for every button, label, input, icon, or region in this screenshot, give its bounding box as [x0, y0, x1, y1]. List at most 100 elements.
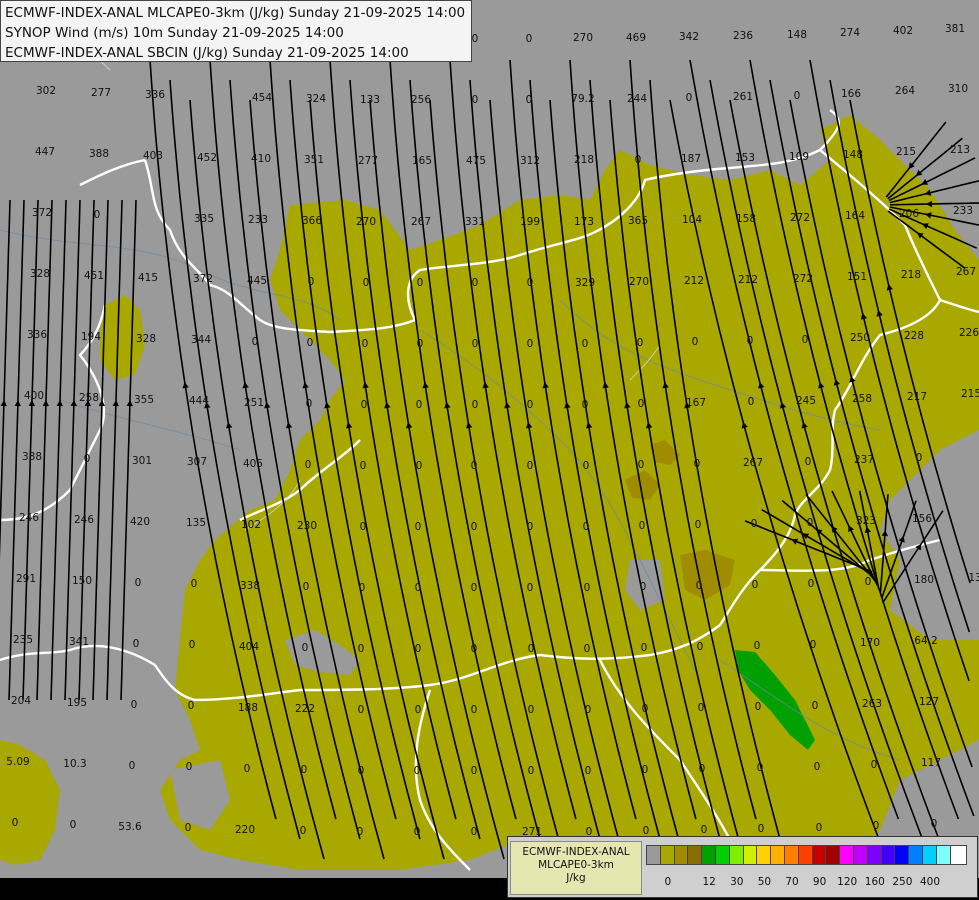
cin-value: 420: [130, 516, 150, 528]
cin-value: 236: [733, 30, 753, 42]
cin-value: 104: [682, 214, 702, 226]
cin-value: 0: [697, 641, 704, 653]
cin-value: 0: [301, 764, 308, 776]
cin-value: 0: [131, 699, 138, 711]
cin-value: 469: [626, 32, 646, 44]
cin-value: 0: [695, 519, 702, 531]
cin-value: 270: [356, 216, 376, 228]
cin-value: 302: [36, 85, 56, 97]
cin-value: 215: [961, 388, 979, 400]
cin-value: 133: [360, 94, 380, 106]
cin-value: 0: [758, 823, 765, 835]
cin-value: 148: [843, 149, 863, 161]
cin-value: 0: [526, 94, 533, 106]
cin-value: 0: [752, 579, 759, 591]
cin-value: 355: [134, 394, 154, 406]
cin-value: 0: [873, 820, 880, 832]
cin-value: 170: [860, 637, 880, 649]
legend-tick: 250: [892, 876, 913, 888]
cin-value: 222: [295, 703, 315, 715]
cin-value: 342: [679, 31, 699, 43]
legend-label: ECMWF-INDEX-ANAL MLCAPE0-3km J/kg: [510, 841, 642, 895]
cin-value: 335: [194, 213, 214, 225]
cin-value: 0: [699, 763, 706, 775]
cin-value: 0: [300, 825, 307, 837]
cin-value: 0: [471, 521, 478, 533]
cin-value: 0: [358, 765, 365, 777]
legend-tick: 90: [812, 876, 827, 888]
cin-value: 0: [414, 765, 421, 777]
cin-value: 258: [852, 393, 872, 405]
cin-value: 53.6: [118, 821, 142, 833]
cin-value: 206: [899, 208, 919, 220]
cin-value: 0: [471, 643, 478, 655]
cin-value: 148: [787, 29, 807, 41]
cin-value: 0: [417, 338, 424, 350]
cin-value: 0: [527, 582, 534, 594]
cin-value: 0: [305, 459, 312, 471]
cin-value: 0: [357, 826, 364, 838]
cin-value: 0: [635, 154, 642, 166]
cin-value: 230: [297, 520, 317, 532]
cin-value: 127: [919, 696, 939, 708]
cin-value: 404: [239, 641, 259, 653]
cin-value: 0: [748, 396, 755, 408]
cin-value: 244: [627, 93, 647, 105]
cin-value: 151: [847, 271, 867, 283]
cin-value: 388: [89, 148, 109, 160]
cin-value: 158: [736, 213, 756, 225]
cin-value: 0: [814, 761, 821, 773]
cin-value: 312: [520, 155, 540, 167]
cin-value: 451: [84, 270, 104, 282]
cin-value: 0: [694, 458, 701, 470]
cin-value: 10.3: [63, 758, 86, 770]
cin-value: 0: [638, 459, 645, 471]
cin-value: 165: [412, 155, 432, 167]
cin-value: 0: [471, 460, 478, 472]
cin-value: 0: [698, 702, 705, 714]
cin-value: 445: [247, 275, 267, 287]
cin-value: 310: [948, 83, 968, 95]
legend-swatch: [949, 845, 967, 865]
cin-value: 173: [574, 216, 594, 228]
cin-value: 0: [244, 763, 251, 775]
cin-value: 0: [363, 277, 370, 289]
cin-value: 301: [132, 455, 152, 467]
cin-value: 0: [471, 765, 478, 777]
cin-value: 258: [79, 392, 99, 404]
cin-value: 400: [24, 390, 44, 402]
cin-value: 0: [916, 452, 923, 464]
cin-value: 164: [845, 210, 865, 222]
cin-value: 307: [187, 456, 207, 468]
cin-value: 264: [895, 85, 915, 97]
cin-value: 0: [701, 824, 708, 836]
cin-value: 0: [583, 521, 590, 533]
cin-value: 0: [12, 817, 19, 829]
cin-value: 64.2: [914, 635, 937, 647]
cin-value: 415: [138, 272, 158, 284]
cin-value: 226: [959, 327, 979, 339]
cin-value: 0: [582, 338, 589, 350]
cin-value: 251: [244, 397, 264, 409]
cin-value: 270: [629, 276, 649, 288]
cin-value: 199: [520, 216, 540, 228]
cin-value: 405: [243, 458, 263, 470]
cin-value: 328: [136, 333, 156, 345]
cin-value: 0: [472, 399, 479, 411]
cin-value: 0: [302, 642, 309, 654]
cin-value: 270: [573, 32, 593, 44]
cin-value: 452: [197, 152, 217, 164]
cin-value: 0: [637, 337, 644, 349]
cin-value: 0: [527, 338, 534, 350]
legend-unit: J/kg: [566, 872, 586, 884]
cin-value: 0: [585, 704, 592, 716]
cin-value: 0: [642, 764, 649, 776]
cin-value: 0: [414, 826, 421, 838]
cin-value: 336: [145, 89, 165, 101]
title-wind: SYNOP Wind (m/s) 10m Sunday 21-09-2025 1…: [5, 25, 344, 41]
cin-value: 0: [528, 643, 535, 655]
cin-value: 0: [805, 456, 812, 468]
cin-value: 372: [32, 207, 52, 219]
cin-value: 0: [696, 580, 703, 592]
cin-value: 5.09: [6, 756, 29, 768]
